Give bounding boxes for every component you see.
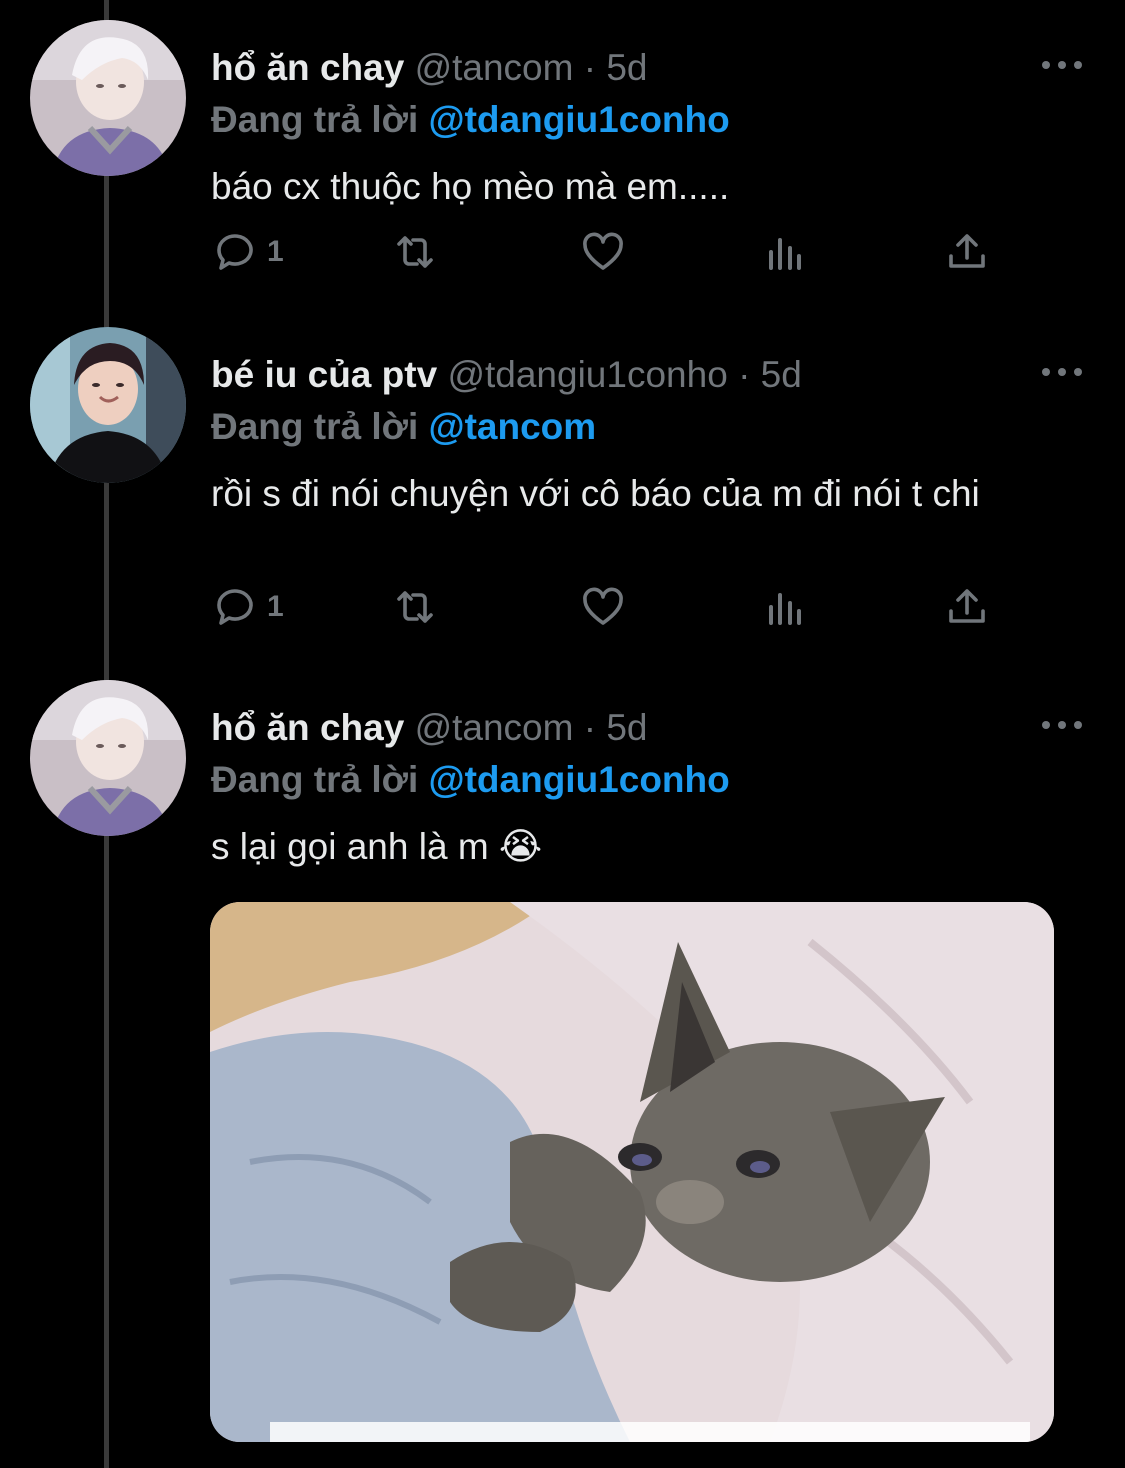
tweet[interactable]: bé iu của ptv @tdangiu1conho · 5d Đang t… [0, 327, 1125, 657]
tweet-text: s lại gọi anh là m 😭 [211, 826, 543, 867]
reply-count: 1 [267, 235, 284, 268]
tweet-header: hổ ăn chay @tancom · 5d [211, 706, 648, 750]
tweet-text: báo cx thuộc họ mèo mà em..... [211, 166, 730, 207]
mention-link[interactable]: @tdangiu1conho [429, 99, 730, 140]
tweet[interactable]: hổ ăn chay @tancom · 5d Đang trả lời @td… [0, 680, 1125, 1468]
tweet-header: hổ ăn chay @tancom · 5d [211, 46, 648, 90]
share-icon [949, 589, 985, 623]
timestamp[interactable]: 5d [606, 707, 647, 748]
reply-button[interactable]: 1 [211, 226, 284, 278]
separator-dot: · [738, 354, 751, 395]
crying-cat-image-icon [210, 902, 1054, 1442]
avatar-white-hair-icon [30, 20, 186, 176]
replying-to-label: Đang trả lời [211, 759, 419, 800]
action-bar: 1 [211, 581, 1011, 633]
analytics-button[interactable] [761, 581, 809, 633]
timestamp[interactable]: 5d [606, 47, 647, 88]
avatar[interactable] [30, 327, 186, 483]
tweet[interactable]: hổ ăn chay @tancom · 5d Đang trả lời @td… [0, 20, 1125, 320]
user-handle[interactable]: @tdangiu1conho [447, 354, 727, 395]
like-button[interactable] [579, 581, 627, 633]
share-button[interactable] [943, 581, 991, 633]
replying-to-label: Đang trả lời [211, 99, 419, 140]
retweet-icon [397, 591, 433, 623]
timestamp[interactable]: 5d [761, 354, 802, 395]
replying-to: Đang trả lời @tdangiu1conho [211, 758, 730, 802]
analytics-icon [769, 238, 801, 270]
analytics-button[interactable] [761, 226, 809, 278]
display-name[interactable]: hổ ăn chay [211, 707, 404, 748]
action-bar: 1 [211, 226, 1011, 278]
mention-link[interactable]: @tdangiu1conho [429, 759, 730, 800]
tweet-media-image[interactable] [210, 902, 1054, 1442]
reply-count: 1 [267, 590, 284, 623]
tweet-text: rồi s đi nói chuyện với cô báo của m đi … [211, 473, 980, 514]
replying-to: Đang trả lời @tancom [211, 405, 596, 449]
mention-link[interactable]: @tancom [429, 406, 597, 447]
like-button[interactable] [579, 226, 627, 278]
separator-dot: · [583, 707, 597, 748]
avatar-white-hair-icon [30, 680, 186, 836]
avatar[interactable] [30, 20, 186, 176]
replying-to-label: Đang trả lời [211, 406, 419, 447]
heart-icon [583, 232, 623, 270]
avatar-dark-hair-icon [30, 327, 186, 483]
display-name[interactable]: hổ ăn chay [211, 47, 404, 88]
replying-to: Đang trả lời @tdangiu1conho [211, 98, 730, 142]
retweet-icon [397, 236, 433, 268]
retweet-button[interactable] [391, 226, 439, 278]
share-icon [949, 234, 985, 268]
heart-icon [583, 587, 623, 625]
reply-button[interactable]: 1 [211, 581, 284, 633]
more-options-icon[interactable] [1040, 357, 1084, 387]
display-name[interactable]: bé iu của ptv [211, 354, 437, 395]
separator-dot: · [583, 47, 597, 88]
reply-icon [217, 234, 253, 270]
user-handle[interactable]: @tancom [415, 707, 574, 748]
reply-icon [217, 589, 253, 625]
user-handle[interactable]: @tancom [415, 47, 574, 88]
more-options-icon[interactable] [1040, 50, 1084, 80]
tweet-header: bé iu của ptv @tdangiu1conho · 5d [211, 353, 802, 397]
avatar[interactable] [30, 680, 186, 836]
more-options-icon[interactable] [1040, 710, 1084, 740]
retweet-button[interactable] [391, 581, 439, 633]
analytics-icon [769, 593, 801, 625]
share-button[interactable] [943, 226, 991, 278]
